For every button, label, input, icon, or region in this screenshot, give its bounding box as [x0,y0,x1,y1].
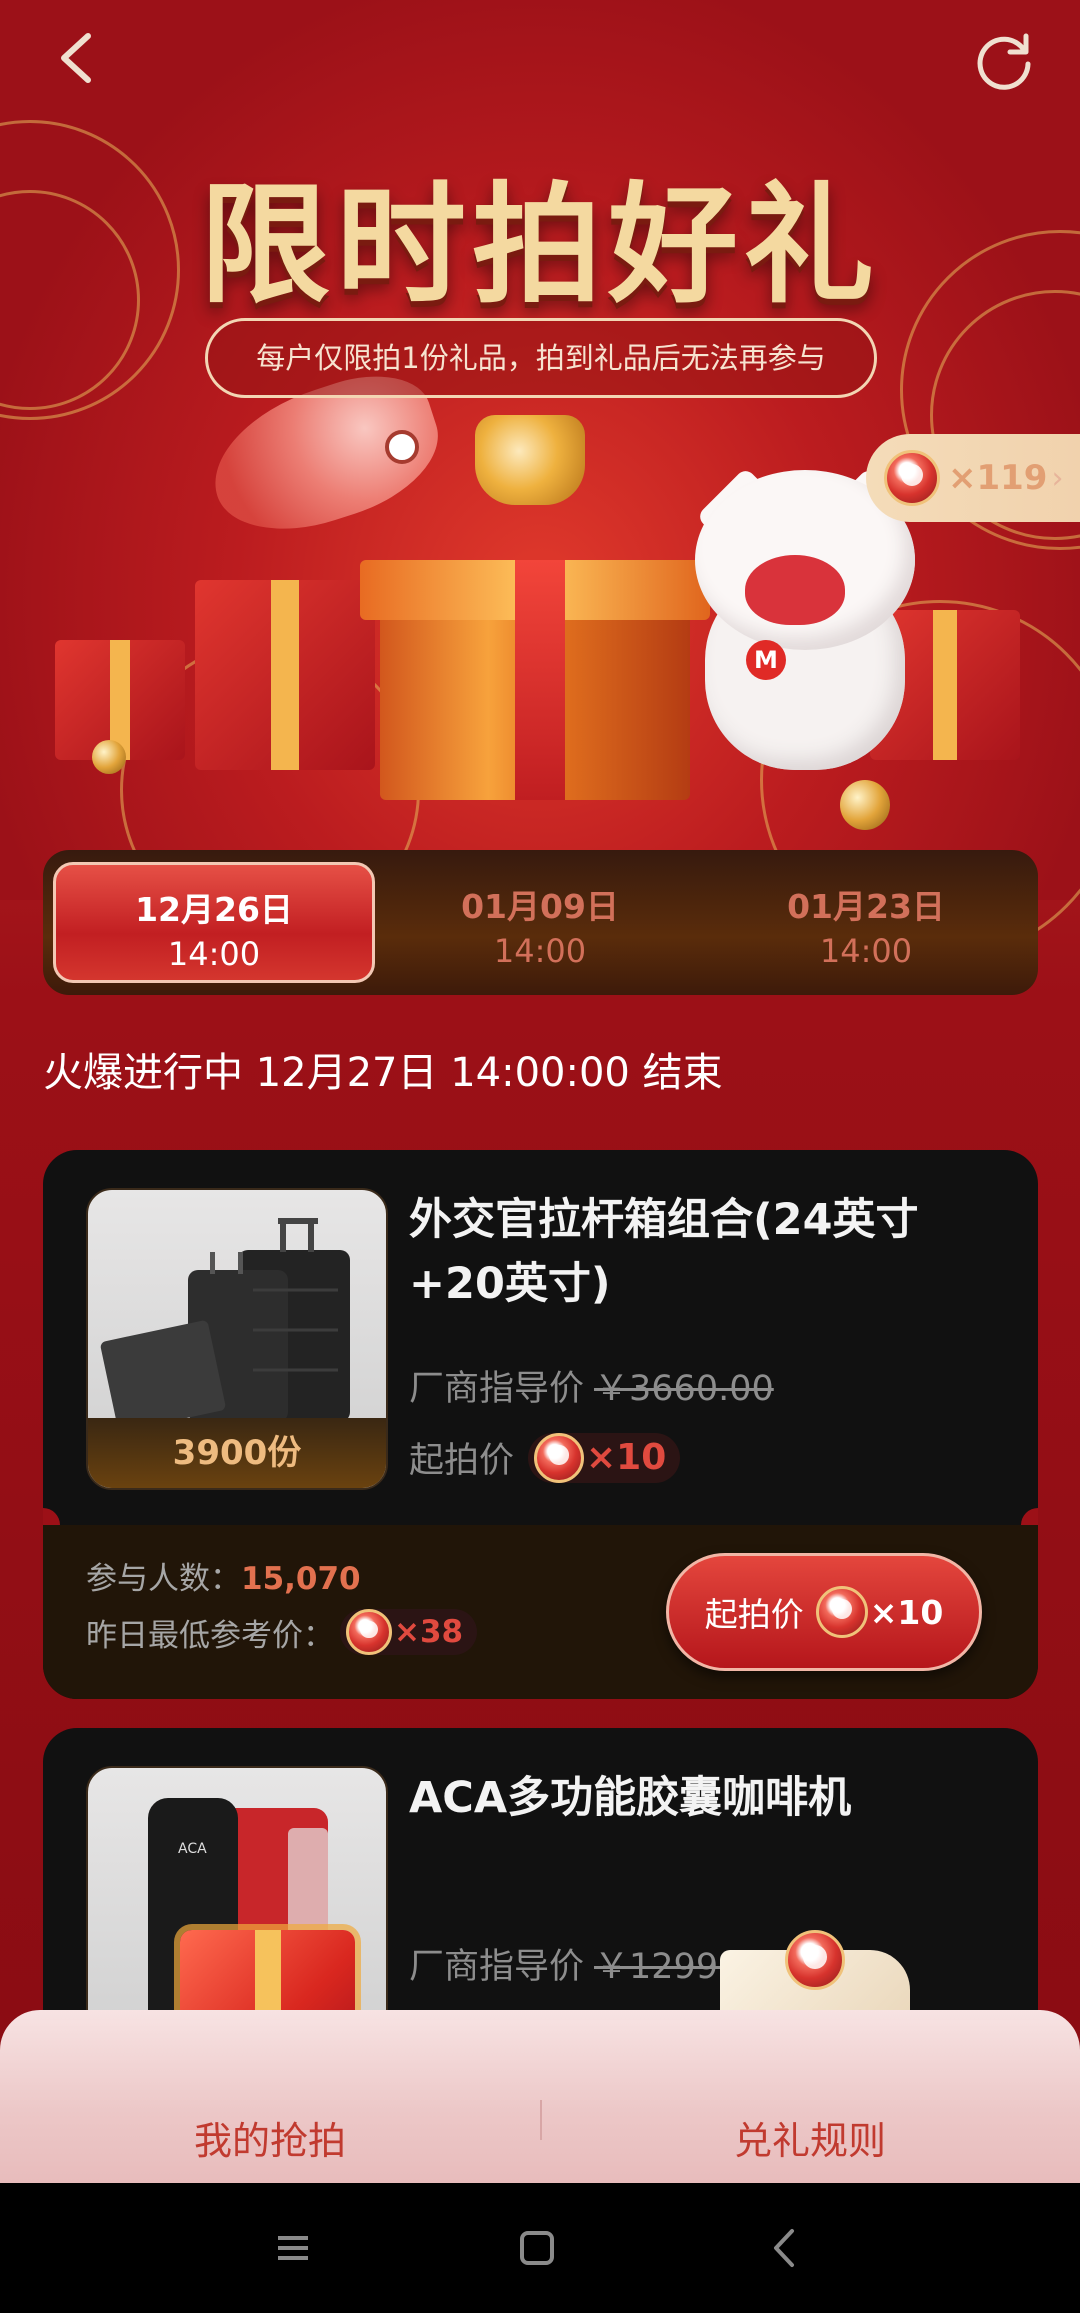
card-bid-section: 参与人数：15,070 昨日最低参考价： ×38 起拍价 ×10 [43,1525,1038,1699]
guide-price-row: 厂商指导价 ￥1299.0 [409,1938,751,1989]
gift-ribbon [515,560,565,800]
coin-icon [815,1586,868,1638]
luggage-illustration [100,1218,350,1432]
start-price-pill: ×10 [528,1432,681,1483]
menu-icon[interactable] [268,2223,318,2273]
chevron-right-icon: › [1051,460,1064,496]
product-name: ACA多功能胶囊咖啡机 [409,1773,852,1823]
back-icon[interactable] [50,28,110,88]
refresh-icon[interactable] [972,28,1038,94]
tab-time: 14:00 [167,935,261,973]
participants-label: 参与人数： [86,1561,241,1597]
hero-banner: M 限时拍好礼 每户仅限拍1份礼品，拍到礼品后无法再参与 ×119 › [0,0,1080,960]
tab-date: 01月09日 [461,887,619,926]
product-image: 3900份 [86,1188,388,1490]
system-navigation-bar [0,2183,1080,2313]
tab-session-1[interactable]: 12月26日 14:00 [53,862,375,983]
rules-button[interactable]: 兑礼规则 [540,2110,1080,2165]
bottom-action-bar: 我的抢拍 兑礼规则 [0,2010,1080,2183]
tab-session-2[interactable]: 01月09日 14:00 [379,862,701,983]
mascot-cat-mouth [745,555,845,625]
tab-date: 12月26日 [135,890,293,929]
guide-price-row: 厂商指导价 ￥3660.00 [409,1360,774,1411]
coin-icon [785,1930,845,1990]
tab-session-3[interactable]: 01月23日 14:00 [705,862,1027,983]
coin-balance-pill[interactable]: ×119 › [866,434,1080,522]
nav-back-icon[interactable] [760,2223,810,2273]
tab-date: 01月23日 [787,887,945,926]
coin-icon [884,450,940,506]
page-title: 限时拍好礼 [199,168,880,321]
start-price-label: 起拍价 [409,1441,515,1481]
start-price-coins: ×10 [586,1437,667,1478]
bid-button-label: 起拍价 [704,1595,804,1634]
gift-decoration [55,640,185,760]
gift-decoration [195,580,375,770]
bid-button-coins: ×10 [869,1592,944,1632]
coin-icon [346,1609,392,1655]
tab-time: 14:00 [819,932,913,970]
koi-eye [385,430,419,464]
coin-icon [534,1432,585,1483]
product-card[interactable]: 3900份 外交官拉杆箱组合(24英寸+20英寸) 厂商指导价 ￥3660.00 … [43,1150,1038,1699]
gold-ball-decoration [840,780,890,830]
mascot-badge-icon: M [746,640,786,680]
gold-ball-decoration [92,740,126,774]
guide-price-label: 厂商指导价 [409,1947,585,1987]
yesterday-price-label: 昨日最低参考价： [86,1617,334,1654]
yesterday-price-coins: ×38 [394,1614,464,1650]
yesterday-price-pill: ×38 [340,1609,478,1655]
product-name: 外交官拉杆箱组合(24英寸+20英寸) [409,1195,919,1309]
my-bids-button[interactable]: 我的抢拍 [0,2110,540,2165]
coin-balance: ×119 [948,458,1048,498]
stock-count: 3900份 [88,1418,386,1488]
page: M 限时拍好礼 每户仅限拍1份礼品，拍到礼品后无法再参与 ×119 › 12月2… [0,0,1080,2183]
svg-text:ACA: ACA [178,1841,207,1857]
tab-time: 14:00 [493,932,587,970]
participants-row: 参与人数：15,070 [86,1553,361,1598]
participants-count: 15,070 [241,1561,361,1597]
guide-price-label: 厂商指导价 [409,1369,585,1409]
home-icon[interactable] [512,2223,562,2273]
session-status: 火爆进行中 12月27日 14:00:00 结束 [43,1050,723,1096]
start-price-row: 起拍价 ×10 [409,1432,681,1483]
bid-button[interactable]: 起拍价 ×10 [666,1553,982,1671]
session-date-tabs: 12月26日 14:00 01月09日 14:00 01月23日 14:00 [43,850,1038,995]
participation-notice: 每户仅限拍1份礼品，拍到礼品后无法再参与 [205,318,877,398]
guide-price: ￥3660.00 [594,1369,774,1409]
yesterday-price-row: 昨日最低参考价： ×38 [86,1609,478,1655]
crown-illustration [475,415,585,505]
